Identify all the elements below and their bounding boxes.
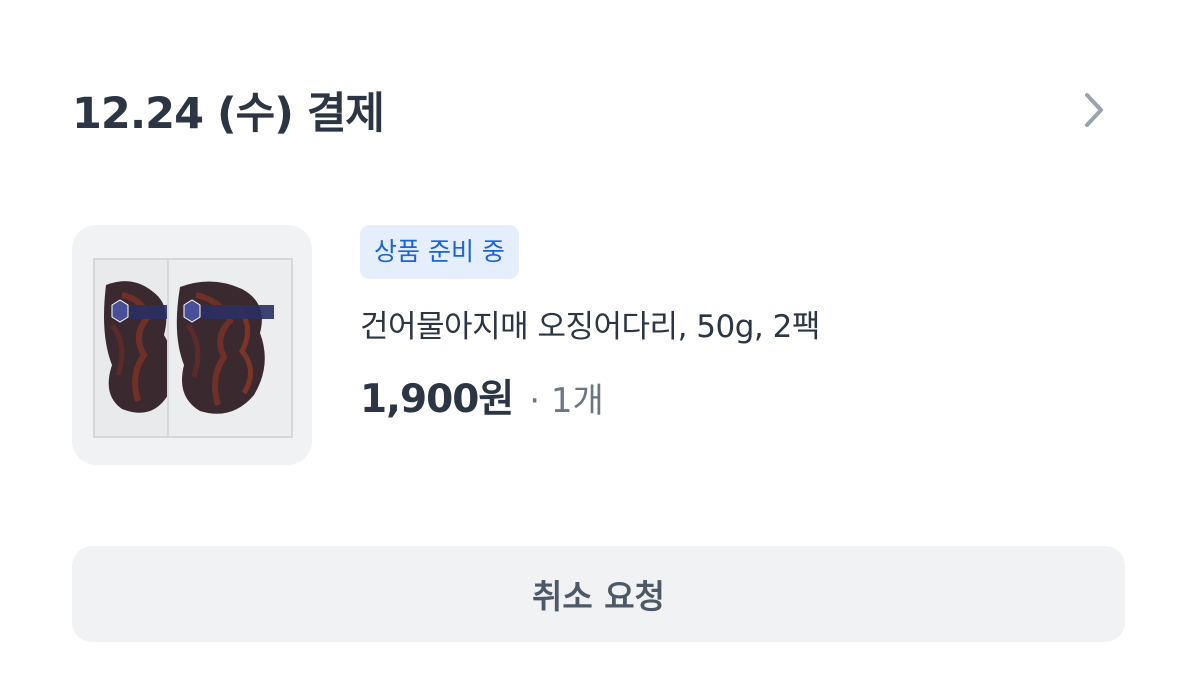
product-thumbnail[interactable] — [72, 225, 312, 465]
product-quantity: · 1개 — [529, 381, 604, 421]
product-price: 1,900원 — [360, 377, 514, 422]
product-image — [93, 258, 293, 438]
order-header[interactable]: 12.24 (수) 결제 — [72, 78, 1112, 142]
product-info: 상품 준비 중 건어물아지매 오징어다리, 50g, 2팩 1,900원 · 1… — [360, 225, 1100, 424]
price-line: 1,900원 · 1개 — [360, 368, 1100, 424]
product-row[interactable]: 상품 준비 중 건어물아지매 오징어다리, 50g, 2팩 1,900원 · 1… — [72, 225, 1112, 465]
order-card: 12.24 (수) 결제 상품 준비 중 건어물아지매 오징어다리, 50g, … — [0, 0, 1179, 689]
order-date-title: 12.24 (수) 결제 — [72, 89, 385, 139]
chevron-right-icon[interactable] — [1076, 86, 1112, 134]
cancel-request-button[interactable]: 취소 요청 — [72, 546, 1125, 642]
product-name[interactable]: 건어물아지매 오징어다리, 50g, 2팩 — [360, 301, 1100, 346]
status-badge: 상품 준비 중 — [360, 225, 519, 279]
